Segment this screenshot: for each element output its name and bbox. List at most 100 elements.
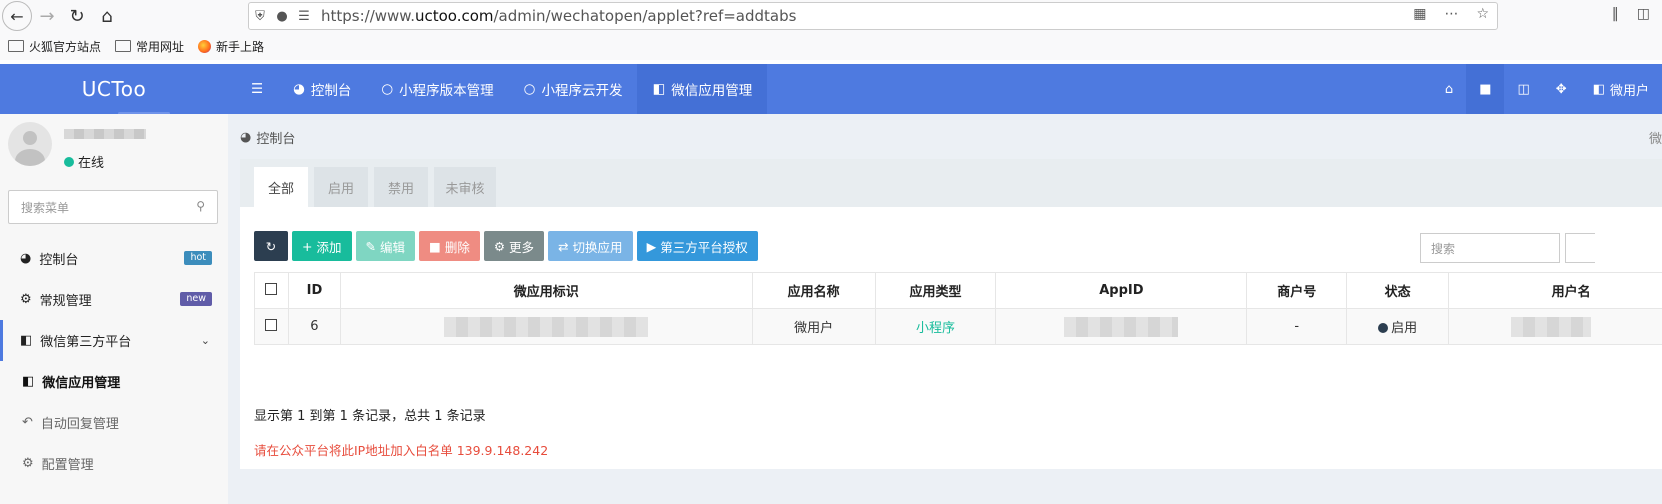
url-bar[interactable]: ⛨ ● ☰ https://www.uctoo.com/admin/wechat… <box>248 2 1498 30</box>
sidebar-toggle-button[interactable]: ☰ <box>236 64 278 114</box>
forward-button[interactable]: → <box>32 1 62 31</box>
row-checkbox-cell[interactable] <box>254 308 289 345</box>
table-search-input[interactable]: 搜索 <box>1420 233 1560 263</box>
exchange-icon: ⇄ <box>558 238 569 254</box>
gear-icon: ⚙ <box>493 238 506 254</box>
column-header[interactable]: 应用名称 <box>751 272 876 309</box>
platform-auth-button[interactable]: ▶ 第三方平台授权 <box>636 231 758 261</box>
sidebar-item-wechat-app[interactable]: ◧ 微信应用管理 <box>0 361 228 402</box>
tab-dashboard[interactable]: ◕ 控制台 <box>278 64 366 114</box>
page-actions-icon[interactable]: ⋯ <box>1444 6 1458 22</box>
lock-icon[interactable]: ● <box>271 9 293 24</box>
tab-disabled[interactable]: 禁用 <box>374 167 428 207</box>
dashboard-icon: ◕ <box>293 81 305 97</box>
online-status: 在线 <box>64 152 104 171</box>
add-button[interactable]: + 添加 <box>292 231 352 261</box>
filter-tabs: 全部 启用 禁用 未审核 <box>240 159 1662 207</box>
column-header[interactable]: 用户名 <box>1448 272 1662 309</box>
trash-icon: ■ <box>429 238 441 254</box>
tab-enabled[interactable]: 启用 <box>314 167 368 207</box>
column-header[interactable]: 应用类型 <box>874 272 997 309</box>
table-row[interactable]: 6 微用户 小程序 - 启用 <box>254 308 1662 345</box>
folder-icon <box>115 40 132 52</box>
qr-code-icon[interactable]: ▦ <box>1413 6 1426 22</box>
cell-id: 6 <box>287 308 341 345</box>
select-all-checkbox-cell[interactable] <box>254 272 289 309</box>
clear-cache-button[interactable]: ■ <box>1466 64 1505 114</box>
bookmark-item[interactable]: 常用网址 <box>115 38 184 55</box>
sidebar-item-dashboard[interactable]: ◕ 控制台 hot <box>0 238 228 279</box>
toolbar: ↻ + 添加 ✎ 编辑 ■ 删除 ⚙ 更多 ⇄ 切换应用 ▶ 第三方平台授权 <box>254 231 758 261</box>
reload-button[interactable]: ↻ <box>62 1 92 31</box>
status-dot-icon <box>64 156 74 167</box>
refresh-button[interactable]: ↻ <box>254 231 288 261</box>
sidebar: 在线 搜索菜单 ⚲ ◕ 控制台 hot ⚙ 常规管理 new ◧ 微信第三方平台… <box>0 114 228 504</box>
fullscreen-button[interactable]: ✥ <box>1543 64 1580 114</box>
trash-icon: ■ <box>1479 81 1492 97</box>
gear-icon: ⚙ <box>22 456 34 471</box>
sidebar-item-general[interactable]: ⚙ 常规管理 new <box>0 279 228 320</box>
bookmark-star-icon[interactable]: ☆ <box>1476 6 1489 22</box>
edit-button[interactable]: ✎ 编辑 <box>355 231 415 261</box>
select-all-checkbox[interactable] <box>265 282 278 295</box>
circle-icon: ○ <box>523 81 536 97</box>
library-icon[interactable]: ‖ <box>1612 6 1619 22</box>
language-button[interactable]: ◫ <box>1504 64 1542 114</box>
comments-icon: ◧ <box>22 374 35 389</box>
top-right-menu: ⌂ ■ ◫ ✥ ◧ 微用户 <box>1432 64 1662 114</box>
reply-icon: ↶ <box>22 415 33 430</box>
column-header[interactable]: AppID <box>995 272 1248 309</box>
tab-all[interactable]: 全部 <box>254 167 308 207</box>
column-header[interactable]: 商户号 <box>1246 272 1348 309</box>
refresh-icon: ↻ <box>265 238 277 254</box>
tab-applet-version[interactable]: ○ 小程序版本管理 <box>366 64 508 114</box>
sidebar-item-config[interactable]: ⚙ 配置管理 <box>0 443 228 484</box>
bookmark-item[interactable]: 新手上路 <box>198 38 264 55</box>
permissions-icon[interactable]: ☰ <box>293 9 315 24</box>
tab-unreviewed[interactable]: 未审核 <box>434 167 496 207</box>
switch-app-button[interactable]: ⇄ 切换应用 <box>548 231 633 261</box>
main-content: ◕ 控制台 微 全部 启用 禁用 未审核 ↻ + 添加 ✎ 编辑 ■ 删除 ⚙ 更多 ⇄… <box>228 114 1662 504</box>
home-icon: ⌂ <box>1444 81 1454 97</box>
home-link[interactable]: ⌂ <box>1432 64 1466 114</box>
brand-logo[interactable]: UCToo <box>0 64 228 114</box>
user-menu[interactable]: ◧ 微用户 <box>1580 64 1662 114</box>
row-checkbox[interactable] <box>265 318 278 331</box>
column-header[interactable]: 微应用标识 <box>339 272 753 309</box>
top-navbar: UCToo ☰ ◕ 控制台 ○ 小程序版本管理 ○ 小程序云开发 ◧ 微信应用管理 ⌂ … <box>0 64 1662 115</box>
home-button[interactable]: ⌂ <box>92 1 122 31</box>
columns-toggle-button[interactable] <box>1565 233 1595 263</box>
menu-search-input[interactable]: 搜索菜单 ⚲ <box>8 190 218 224</box>
browser-toolbar: ← → ↻ ⌂ ⛨ ● ☰ https://www.uctoo.com/admi… <box>0 0 1662 32</box>
sidebar-menu: ◕ 控制台 hot ⚙ 常规管理 new ◧ 微信第三方平台 ⌄ ◧ 微信应用管… <box>0 238 228 484</box>
cell-app-name: 微用户 <box>751 308 876 345</box>
sidebar-item-auto-reply[interactable]: ↶ 自动回复管理 <box>0 402 228 443</box>
more-button[interactable]: ⚙ 更多 <box>483 231 545 261</box>
column-header[interactable]: 状态 <box>1346 272 1450 309</box>
cell-username-redacted <box>1448 308 1662 345</box>
sidebar-toggle-icon[interactable]: ◫ <box>1637 6 1650 22</box>
url-text[interactable]: https://www.uctoo.com/admin/wechatopen/a… <box>321 7 796 25</box>
circle-icon: ○ <box>381 81 394 97</box>
sidebar-item-wechat-platform[interactable]: ◧ 微信第三方平台 ⌄ <box>0 320 228 361</box>
table-header-row: ID 微应用标识 应用名称 应用类型 AppID 商户号 状态 用户名 <box>254 272 1662 309</box>
avatar <box>8 122 52 166</box>
column-header[interactable]: ID <box>287 272 341 309</box>
data-table: ID 微应用标识 应用名称 应用类型 AppID 商户号 状态 用户名 6 微用… <box>254 272 1662 345</box>
firefox-icon <box>198 39 212 53</box>
cell-status: 启用 <box>1346 308 1450 345</box>
folder-icon <box>8 40 24 52</box>
back-button[interactable]: ← <box>2 1 32 31</box>
comments-icon: ◧ <box>652 81 666 97</box>
shield-icon[interactable]: ⛨ <box>249 9 271 24</box>
bookmark-item[interactable]: 火狐官方站点 <box>8 38 101 55</box>
hot-badge: hot <box>184 251 212 265</box>
delete-button[interactable]: ■ 删除 <box>419 231 480 261</box>
tab-wechat-app[interactable]: ◧ 微信应用管理 <box>637 64 768 114</box>
breadcrumb-right: 微 <box>1648 132 1662 147</box>
search-icon[interactable]: ⚲ <box>196 199 205 213</box>
cogs-icon: ⚙ <box>20 292 32 307</box>
pencil-icon: ✎ <box>365 238 376 254</box>
new-badge: new <box>180 292 212 306</box>
tab-cloud-dev[interactable]: ○ 小程序云开发 <box>509 64 638 114</box>
